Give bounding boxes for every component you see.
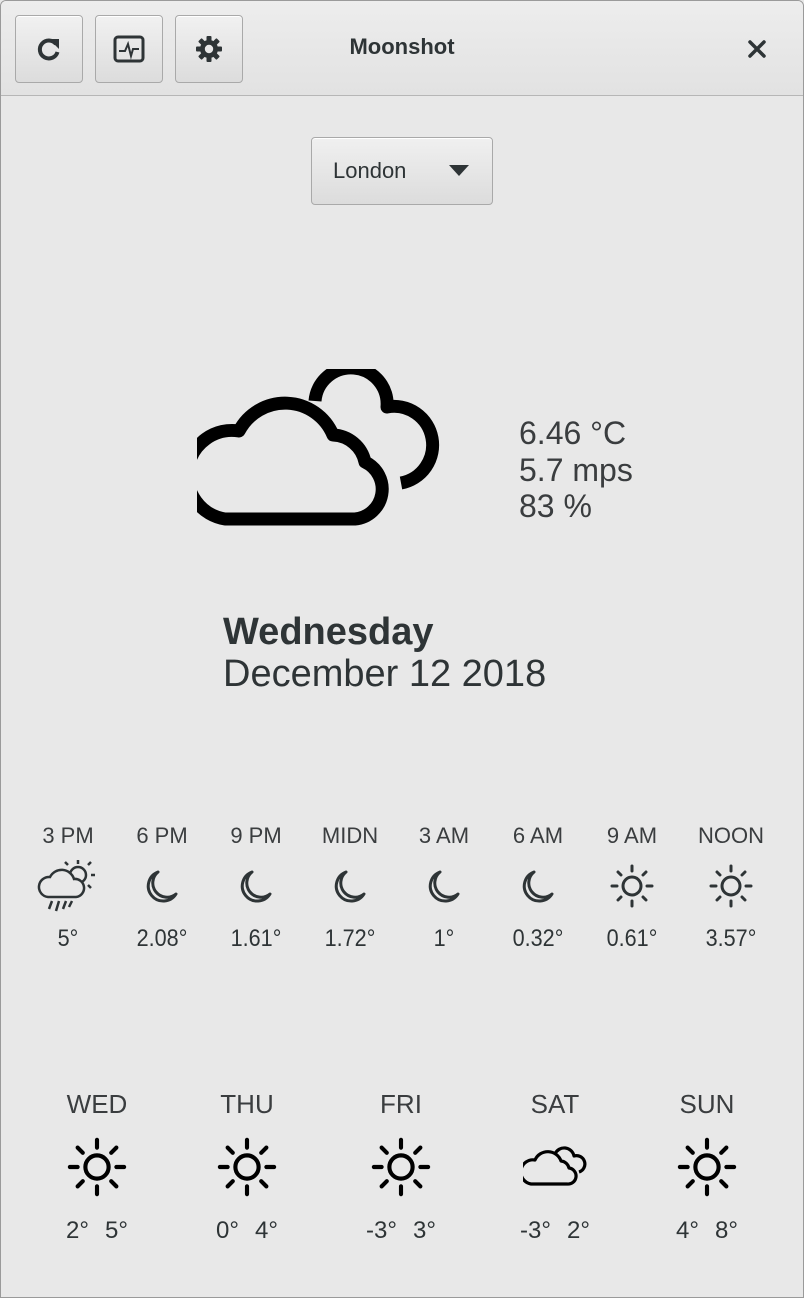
hourly-item: 6 AM 0.32° <box>491 823 585 953</box>
hourly-item: 9 PM 1.61° <box>209 823 303 953</box>
sun-icon <box>610 864 654 908</box>
sun-icon <box>217 1137 277 1197</box>
hourly-item: NOON 3.57° <box>684 823 778 953</box>
daily-item: FRI -3° 3° <box>331 1089 471 1245</box>
hourly-item: 6 PM 2.08° <box>115 823 209 953</box>
window-title: Moonshot <box>349 34 455 59</box>
daily-label: WED <box>66 1089 128 1119</box>
location-selected: London <box>333 158 407 183</box>
daily-low: 4° <box>676 1217 699 1244</box>
hourly-label: 3 PM <box>42 823 94 848</box>
current-date: December 12 2018 <box>223 653 547 695</box>
daily-high: 8° <box>715 1217 738 1244</box>
current-wind: 5.7 mps <box>519 451 633 488</box>
hourly-temp: 2.08° <box>136 925 188 952</box>
moon-icon <box>240 870 272 903</box>
hourly-item: 9 AM 0.61° <box>585 823 679 953</box>
hourly-item: MIDN 1.72° <box>303 823 397 953</box>
rain-sun-icon <box>37 860 95 912</box>
current-conditions: 6.46 °C 5.7 mps 83 % <box>519 415 633 525</box>
hourly-temp: 1.72° <box>324 925 376 952</box>
hourly-label: NOON <box>698 823 764 848</box>
hourly-label: 9 PM <box>230 823 282 848</box>
sun-icon <box>709 864 753 908</box>
daily-high: 3° <box>412 1217 436 1244</box>
current-humidity: 83 % <box>519 488 592 524</box>
daily-item: SAT -3° 2° <box>485 1089 625 1245</box>
current-temperature: 6.46 °C <box>519 415 627 451</box>
cloudy-icon <box>197 369 440 526</box>
moon-icon <box>146 870 178 903</box>
hourly-temp: 0.32° <box>512 925 564 952</box>
hourly-label: 3 AM <box>418 823 470 848</box>
daily-low: -3° <box>366 1217 397 1244</box>
header-bar: Moonshot <box>1 1 803 96</box>
daily-high: 4° <box>255 1217 278 1244</box>
hourly-label: 6 AM <box>512 823 564 848</box>
app-window: Moonshot London 6.46 °C 5.7 mps 83 % Wed… <box>0 0 804 1298</box>
daily-item: WED 2° 5° <box>27 1089 167 1245</box>
daily-high: 2° <box>566 1217 590 1244</box>
close-icon <box>748 40 766 58</box>
hourly-temp: 5° <box>57 925 79 952</box>
close-button[interactable] <box>737 31 777 67</box>
daily-label: FRI <box>380 1089 422 1119</box>
hourly-label: MIDN <box>321 823 379 848</box>
daily-low: -3° <box>520 1217 551 1244</box>
hourly-temp: 3.57° <box>705 925 757 952</box>
daily-label: THU <box>220 1089 274 1119</box>
hourly-item: 3 AM 1° <box>397 823 491 953</box>
hourly-temp: 1.61° <box>230 925 282 952</box>
hourly-label: 6 PM <box>136 823 188 848</box>
cloud-icon <box>523 1146 587 1186</box>
hourly-item: 3 PM 5° <box>21 823 115 953</box>
moon-icon <box>428 870 460 903</box>
daily-low: 2° <box>66 1217 89 1244</box>
daily-label: SUN <box>679 1089 735 1119</box>
chevron-down-icon <box>449 165 469 176</box>
daily-item: THU 0° 4° <box>177 1089 317 1245</box>
daily-item: SUN 4° 8° <box>637 1089 777 1245</box>
daily-low: 0° <box>216 1217 239 1244</box>
moon-icon <box>334 870 366 903</box>
current-day: Wednesday <box>223 611 434 653</box>
sun-icon <box>67 1137 127 1197</box>
location-dropdown[interactable]: London <box>311 137 493 205</box>
sun-icon <box>371 1137 431 1197</box>
sun-icon <box>677 1137 737 1197</box>
daily-high: 5° <box>105 1217 128 1244</box>
hourly-label: 9 AM <box>606 823 658 848</box>
daily-label: SAT <box>530 1089 580 1119</box>
moon-icon <box>522 870 554 903</box>
hourly-temp: 1° <box>433 925 455 952</box>
hourly-temp: 0.61° <box>606 925 658 952</box>
